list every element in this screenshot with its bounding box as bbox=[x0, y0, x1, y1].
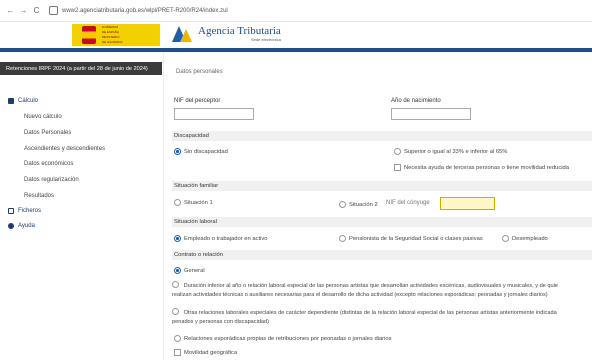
radio-icon bbox=[339, 235, 346, 242]
browser-toolbar: ← → C www2.agenciatributaria.gob.es/wlpl… bbox=[0, 0, 592, 22]
files-icon bbox=[8, 208, 14, 214]
sidebar-item-label: Ficheros bbox=[18, 208, 42, 214]
radio-selected-icon bbox=[174, 235, 181, 242]
checkbox-ayuda-terceros[interactable]: Necesita ayuda de terceras personas o ti… bbox=[394, 164, 569, 171]
sidebar-item-resultados[interactable]: Resultados bbox=[24, 193, 54, 199]
gov-line-4: DE HACIENDA bbox=[102, 40, 123, 44]
option-label: Relaciones esporádicas propias de retrib… bbox=[184, 335, 392, 342]
situacion-familiar-section: Situación familiar bbox=[172, 181, 592, 191]
option-label-cont: penados y personas con discapacidad) bbox=[172, 319, 270, 325]
gov-line-3: MINISTERIO bbox=[102, 35, 120, 39]
radio-superior-33[interactable]: Superior o igual al 33% e inferior al 65… bbox=[394, 148, 507, 155]
birth-year-label: Año de nacimiento bbox=[391, 98, 441, 104]
sidebar-item-datos-economicos[interactable]: Datos económicos bbox=[24, 161, 73, 167]
checkbox-icon bbox=[394, 164, 401, 171]
site-info-icon[interactable] bbox=[49, 6, 58, 15]
brand-title: Agencia Tributaria bbox=[198, 25, 281, 37]
help-icon bbox=[8, 223, 14, 229]
address-bar[interactable]: www2.agenciatributaria.gob.es/wlpl/PRET-… bbox=[49, 4, 289, 17]
radio-selected-icon bbox=[174, 267, 181, 274]
sidebar: Retenciones IRPF 2024 (a partir del 28 d… bbox=[0, 52, 164, 360]
back-arrow-icon[interactable]: ← bbox=[6, 5, 15, 17]
radio-icon bbox=[172, 308, 179, 315]
radio-desempleado[interactable]: Desempleado bbox=[502, 235, 548, 242]
campaign-banner: Retenciones IRPF 2024 (a partir del 28 d… bbox=[0, 62, 162, 75]
sidebar-item-ascendientes[interactable]: Ascendientes y descendientes bbox=[24, 146, 105, 152]
option-label: Pensionista de la Seguridad Social o cla… bbox=[349, 235, 483, 242]
radio-icon bbox=[172, 281, 179, 288]
main-form: Datos personales NIF del perceptor Año d… bbox=[164, 52, 592, 360]
nif-label: NIF del perceptor bbox=[174, 98, 221, 104]
birth-year-field[interactable] bbox=[391, 108, 471, 120]
government-logo[interactable]: GOBIERNO DE ESPAÑA MINISTERIO DE HACIEND… bbox=[72, 24, 160, 46]
checkbox-movilidad-geografica[interactable]: Movilidad geográfica bbox=[174, 349, 237, 356]
option-label: Otras relaciones laborales especiales de… bbox=[183, 310, 557, 316]
reload-icon[interactable]: C bbox=[32, 5, 41, 17]
radio-empleado[interactable]: Empleado o trabajador en activo bbox=[174, 235, 267, 242]
sidebar-item-nuevo-calculo[interactable]: Nuevo cálculo bbox=[24, 114, 62, 120]
sidebar-item-datos-regularizacion[interactable]: Datos regularización bbox=[24, 177, 79, 183]
agency-mark-icon bbox=[172, 26, 194, 42]
sidebar-item-datos-personales[interactable]: Datos Personales bbox=[24, 130, 71, 136]
radio-icon bbox=[174, 199, 181, 206]
radio-duracion-inferior[interactable]: Duración inferior al año o relación labo… bbox=[172, 281, 592, 300]
option-label: Desempleado bbox=[512, 235, 548, 242]
discapacidad-section: Discapacidad bbox=[172, 131, 592, 141]
option-label: Duración inferior al año o relación labo… bbox=[183, 283, 558, 289]
nif-conyuge-field[interactable] bbox=[440, 197, 495, 210]
option-label: Movilidad geográfica bbox=[184, 349, 238, 356]
radio-situacion-1[interactable]: Situación 1 bbox=[174, 199, 213, 206]
coat-of-arms-icon bbox=[82, 26, 96, 44]
government-text: GOBIERNO DE ESPAÑA MINISTERIO DE HACIEND… bbox=[102, 26, 123, 44]
option-label: Empleado o trabajador en activo bbox=[184, 235, 268, 242]
radio-sin-discapacidad[interactable]: Sin discapacidad bbox=[174, 148, 228, 155]
page-title: Datos personales bbox=[176, 69, 223, 75]
nif-conyuge-label: NIF del cónyuge bbox=[386, 200, 430, 206]
forward-arrow-icon[interactable]: → bbox=[19, 5, 28, 17]
gov-line-2: DE ESPAÑA bbox=[102, 30, 119, 34]
sidebar-item-ficheros[interactable]: Ficheros bbox=[8, 208, 41, 214]
option-label: Necesita ayuda de terceras personas o ti… bbox=[404, 164, 569, 171]
checkbox-icon bbox=[174, 349, 181, 356]
radio-icon bbox=[339, 201, 346, 208]
option-label: Situación 2 bbox=[349, 201, 378, 208]
address-url: www2.agenciatributaria.gob.es/wlpl/PRET-… bbox=[62, 7, 228, 14]
contrato-section: Contrato o relación bbox=[172, 250, 592, 260]
radio-otras-relaciones[interactable]: Otras relaciones laborales especiales de… bbox=[172, 308, 592, 327]
gov-line-1: GOBIERNO bbox=[102, 25, 119, 29]
calculator-icon bbox=[8, 98, 14, 104]
radio-icon bbox=[394, 148, 401, 155]
radio-selected-icon bbox=[174, 148, 181, 155]
option-label: Superior o igual al 33% e inferior al 65… bbox=[404, 148, 508, 155]
radio-pensionista[interactable]: Pensionista de la Seguridad Social o cla… bbox=[339, 235, 483, 242]
nif-field[interactable] bbox=[174, 108, 254, 120]
radio-situacion-2[interactable]: Situación 2 bbox=[339, 201, 378, 208]
option-label: General bbox=[184, 267, 205, 274]
sidebar-item-calculo[interactable]: Cálculo bbox=[8, 98, 38, 104]
sidebar-item-label: Ayuda bbox=[18, 223, 35, 229]
option-label: Sin discapacidad bbox=[184, 148, 228, 155]
radio-relaciones-esporadicas[interactable]: Relaciones esporádicas propias de retrib… bbox=[174, 335, 392, 342]
sidebar-item-ayuda[interactable]: Ayuda bbox=[8, 223, 35, 229]
sidebar-item-label: Cálculo bbox=[18, 98, 39, 104]
situacion-laboral-section: Situación laboral bbox=[172, 217, 592, 227]
option-label-cont: realizan actividades técnicas o auxiliar… bbox=[172, 292, 548, 298]
brand-subtitle: Sede electrónica bbox=[251, 37, 281, 42]
radio-icon bbox=[502, 235, 509, 242]
option-label: Situación 1 bbox=[184, 199, 213, 206]
site-header: GOBIERNO DE ESPAÑA MINISTERIO DE HACIEND… bbox=[0, 22, 592, 48]
radio-general[interactable]: General bbox=[174, 267, 205, 274]
agencia-tributaria-logo[interactable]: Agencia Tributaria Sede electrónica bbox=[172, 26, 281, 42]
radio-icon bbox=[174, 335, 181, 342]
